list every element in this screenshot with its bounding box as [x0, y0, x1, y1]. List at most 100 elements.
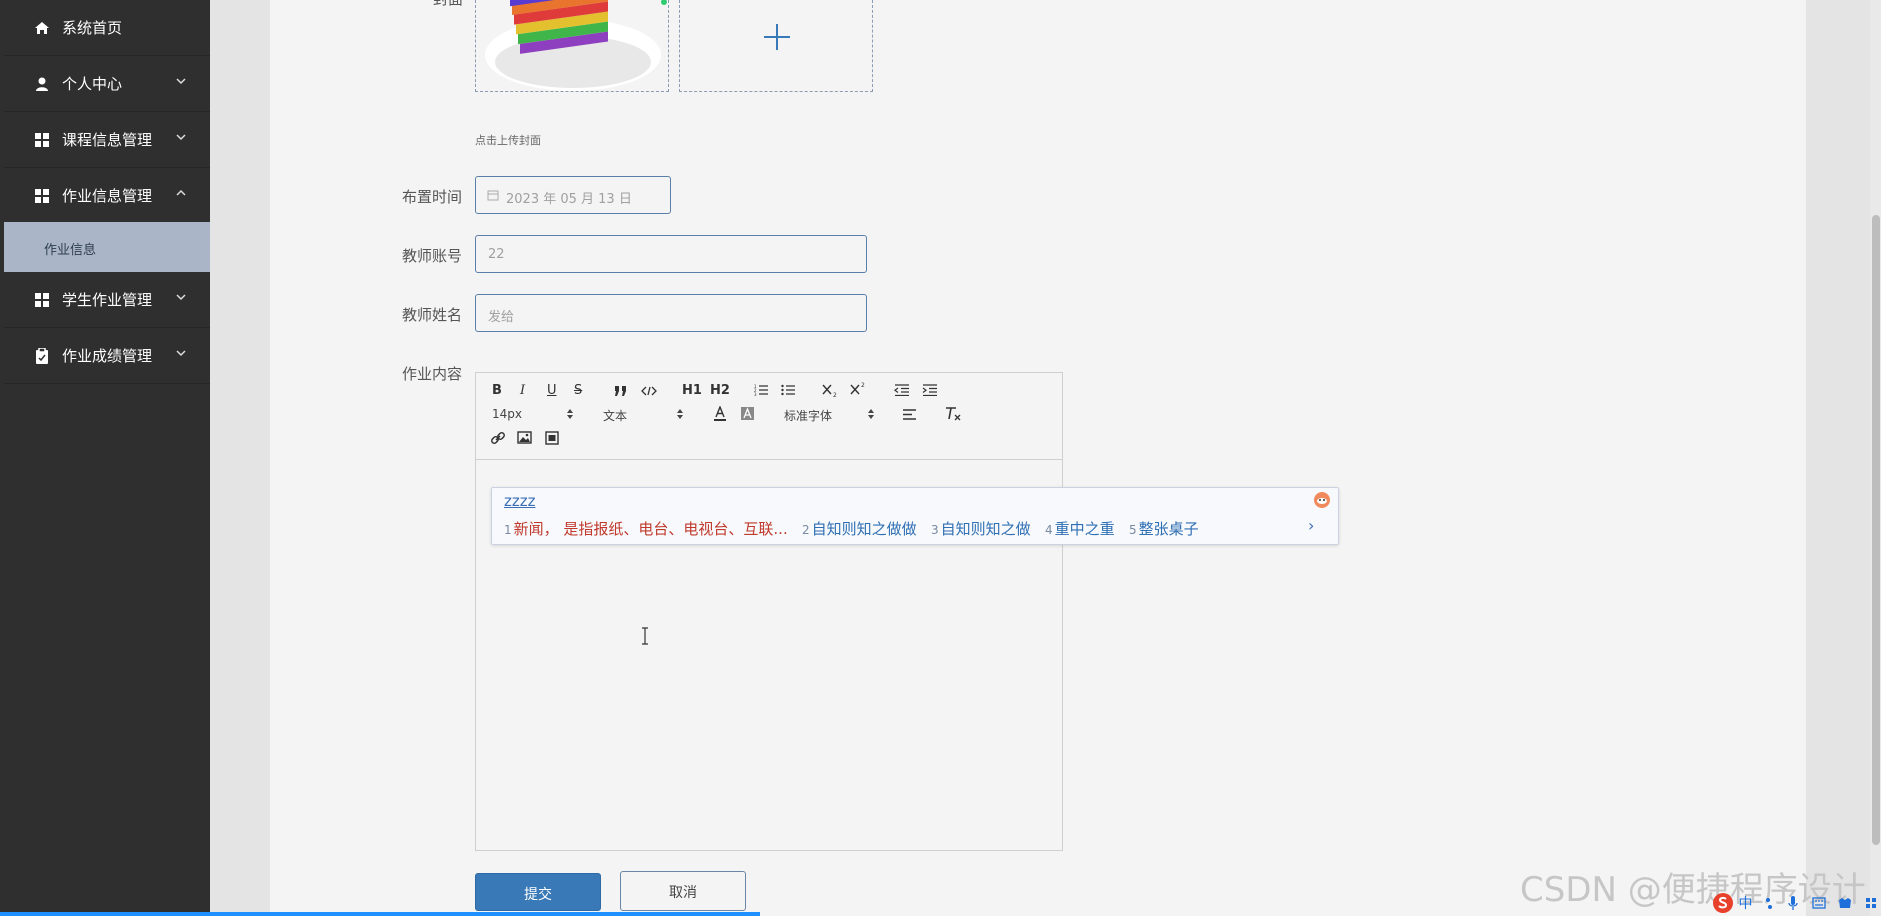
- submit-button[interactable]: 提交: [475, 873, 601, 911]
- ime-candidates: 1 新闻， 是指报纸、电台、电视台、互联... 2 自知则知之做做 3 自知则知之做 …: [504, 518, 1199, 539]
- home-icon: [35, 22, 49, 34]
- date-picker[interactable]: 2023 年 05 月 13 日: [475, 176, 671, 214]
- sidebar-item-label: 作业信息管理: [62, 187, 153, 205]
- scrollbar-thumb[interactable]: [1872, 215, 1880, 845]
- calendar-icon: [487, 190, 499, 201]
- sidebar-item-personal[interactable]: 个人中心: [4, 56, 210, 112]
- blockquote-icon[interactable]: [614, 385, 628, 397]
- outdent-icon[interactable]: [894, 384, 909, 396]
- cancel-button[interactable]: 取消: [620, 871, 746, 911]
- select-arrows-icon: [868, 409, 874, 419]
- teacher-name-label: 教师姓名: [402, 306, 463, 324]
- sidebar-item-course[interactable]: 课程信息管理: [4, 112, 210, 168]
- code-icon[interactable]: [641, 386, 657, 396]
- ime-candidate[interactable]: 1 新闻， 是指报纸、电台、电视台、互联...: [504, 520, 788, 538]
- ime-candidate[interactable]: 3 自知则知之做: [931, 520, 1031, 538]
- h2-button[interactable]: H2: [710, 383, 730, 398]
- cover-label: 封面: [433, 0, 463, 9]
- svg-text:2: 2: [833, 392, 837, 397]
- editor-toolbar: B I U S H1 H2 123 2 2 14px 文本 标准字体: [476, 373, 1062, 460]
- sidebar-item-label: 个人中心: [62, 75, 123, 93]
- bullet-list-icon[interactable]: [781, 384, 795, 396]
- sidebar-item-label: 作业成绩管理: [62, 347, 153, 365]
- bold-button[interactable]: B: [492, 383, 502, 398]
- chevron-down-icon: [176, 78, 186, 85]
- ime-mode[interactable]: 中: [1738, 896, 1752, 912]
- text-cursor-icon: [642, 627, 648, 645]
- date-value: 2023 年 05 月 13 日: [506, 192, 632, 207]
- keyboard-icon[interactable]: [1812, 897, 1826, 909]
- underline-button[interactable]: U: [547, 383, 557, 398]
- sidebar-item-home[interactable]: 系统首页: [4, 0, 210, 56]
- sidebar: 系统首页 个人中心 课程信息管理 作业信息管理 作业信息 学生作业管理 作业成绩…: [0, 0, 210, 916]
- sidebar-item-grades[interactable]: 作业成绩管理: [4, 328, 210, 384]
- chevron-down-icon: [176, 134, 186, 141]
- user-icon: [36, 77, 48, 91]
- ime-candidate[interactable]: 5 整张桌子: [1129, 520, 1199, 538]
- text-color-icon[interactable]: [713, 406, 727, 422]
- video-icon[interactable]: [545, 431, 559, 445]
- loading-progress-bar: [0, 912, 760, 916]
- sidebar-item-label: 课程信息管理: [62, 131, 153, 149]
- clear-format-icon[interactable]: [945, 406, 962, 421]
- image-icon[interactable]: [517, 431, 532, 444]
- sidebar-item-student-homework[interactable]: 学生作业管理: [4, 272, 210, 328]
- link-icon[interactable]: [490, 430, 506, 446]
- indent-icon[interactable]: [922, 384, 937, 396]
- ordered-list-icon[interactable]: 123: [754, 384, 768, 396]
- clipboard-icon: [36, 348, 48, 364]
- teacher-name-value: 发给: [488, 310, 515, 325]
- teacher-account-input[interactable]: 22: [475, 235, 867, 273]
- sidebar-item-label: 系统首页: [62, 19, 123, 37]
- ime-composition: zzzz: [504, 492, 536, 510]
- svg-text:3: 3: [754, 392, 757, 396]
- date-label: 布置时间: [402, 188, 463, 206]
- svg-text:2: 2: [861, 382, 865, 389]
- teacher-account-value: 22: [488, 247, 505, 262]
- cover-thumbnail[interactable]: [475, 0, 669, 92]
- teacher-account-label: 教师账号: [402, 247, 463, 265]
- h1-button[interactable]: H1: [682, 383, 702, 398]
- chevron-down-icon: [176, 294, 186, 301]
- italic-button[interactable]: I: [520, 383, 525, 398]
- microphone-icon[interactable]: [1787, 895, 1799, 911]
- sidebar-item-homework[interactable]: 作业信息管理: [4, 168, 210, 224]
- skin-icon[interactable]: [1838, 897, 1852, 909]
- superscript-icon[interactable]: 2: [850, 381, 868, 395]
- background-color-icon[interactable]: [740, 406, 755, 421]
- plus-icon: [764, 24, 790, 50]
- font-family-select[interactable]: 标准字体: [784, 407, 832, 424]
- books-image-icon: [485, 0, 667, 91]
- ime-candidate-popup: zzzz 1 新闻， 是指报纸、电台、电视台、互联... 2 自知则知之做做 3 自知…: [491, 487, 1339, 545]
- font-size-select[interactable]: 14px: [492, 407, 522, 421]
- format-select[interactable]: 文本: [603, 407, 627, 424]
- punctuation-icon[interactable]: [1765, 896, 1775, 910]
- teacher-name-input[interactable]: 发给: [475, 294, 867, 332]
- sogou-logo-icon[interactable]: [1712, 892, 1734, 914]
- toolbox-icon[interactable]: [1865, 897, 1877, 909]
- ime-next-page-icon[interactable]: ›: [1308, 516, 1314, 535]
- select-arrows-icon: [567, 409, 573, 419]
- content-label: 作业内容: [402, 365, 463, 383]
- ime-candidate[interactable]: 4 重中之重: [1045, 520, 1115, 538]
- submit-label: 提交: [524, 887, 552, 903]
- ime-skin-icon[interactable]: [1312, 490, 1332, 510]
- rich-text-editor[interactable]: B I U S H1 H2 123 2 2 14px 文本 标准字体: [475, 372, 1063, 851]
- grid-icon: [35, 189, 49, 203]
- add-cover-button[interactable]: [679, 0, 873, 92]
- strike-button[interactable]: S: [574, 383, 582, 398]
- sidebar-subitem-label: 作业信息: [44, 243, 97, 258]
- grid-icon: [35, 293, 49, 307]
- ime-tray: 中: [1712, 892, 1877, 914]
- select-arrows-icon: [677, 409, 683, 419]
- sidebar-subitem-homework-info[interactable]: 作业信息: [4, 222, 210, 272]
- subscript-icon[interactable]: 2: [822, 383, 840, 397]
- cancel-label: 取消: [669, 885, 697, 901]
- sidebar-item-label: 学生作业管理: [62, 291, 153, 309]
- cover-upload-hint: 点击上传封面: [475, 134, 541, 147]
- chevron-down-icon: [176, 350, 186, 357]
- grid-icon: [35, 133, 49, 147]
- ime-candidate[interactable]: 2 自知则知之做做: [802, 520, 917, 538]
- align-left-icon[interactable]: [902, 409, 917, 420]
- chevron-up-icon: [176, 189, 186, 196]
